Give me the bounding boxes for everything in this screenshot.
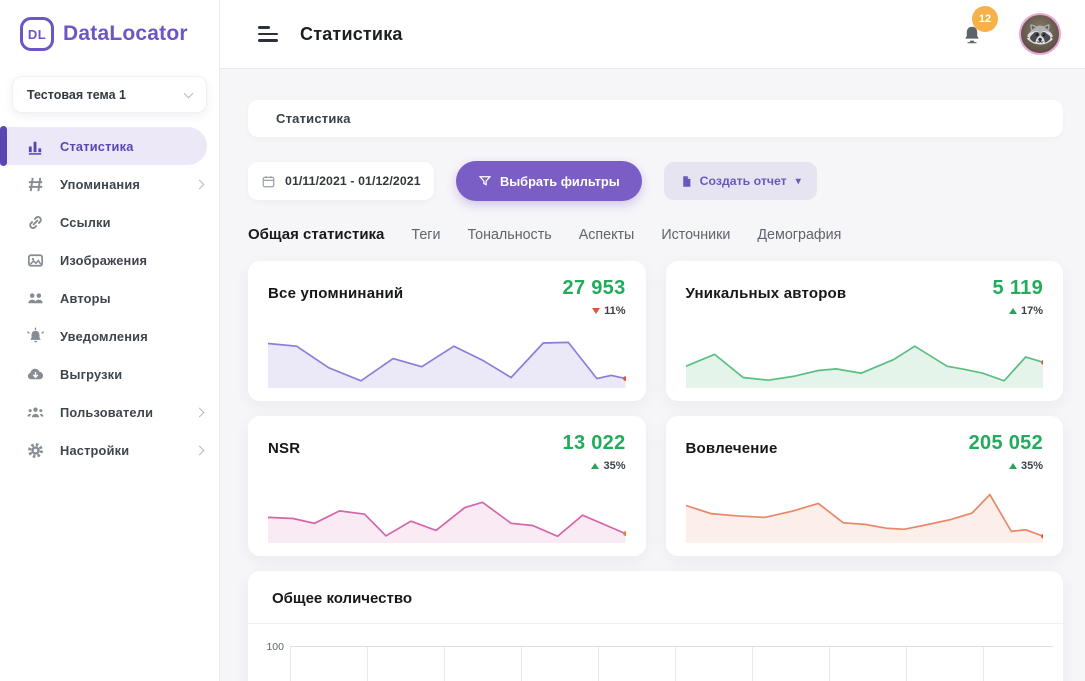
sidebar-item-settings[interactable]: Настройки	[0, 431, 219, 469]
stat-card-change: 35%	[969, 460, 1043, 472]
trend-arrow-icon	[592, 308, 600, 314]
stat-card-change-value: 17%	[1021, 305, 1043, 317]
tab-aspects[interactable]: Аспекты	[579, 227, 635, 243]
caret-down-icon: ▾	[796, 176, 801, 187]
users-icon	[26, 289, 45, 308]
bell-ring-icon	[26, 327, 45, 346]
main-area: Статистика 12 🦝 Статистика 01/11/2021 - …	[220, 0, 1085, 681]
sidebar-item-label: Статистика	[60, 139, 134, 154]
sidebar: DL DataLocator Тестовая тема 1 Статистик…	[0, 0, 220, 681]
select-filters-label: Выбрать фильтры	[500, 174, 620, 189]
create-report-label: Создать отчет	[700, 174, 787, 188]
total-count-title: Общее количество	[272, 590, 412, 607]
stat-card-change: 17%	[993, 305, 1043, 317]
brand-logo-mark: DL	[20, 17, 54, 51]
bar-chart-icon	[26, 137, 45, 156]
document-icon	[680, 175, 693, 188]
user-group-icon	[26, 403, 45, 422]
sidebar-item-authors[interactable]: Авторы	[0, 279, 219, 317]
stat-card-nsr: NSR 13 022 35%	[248, 416, 646, 556]
tabs: Общая статистика Теги Тональность Аспект…	[248, 226, 1063, 243]
theme-selector[interactable]: Тестовая тема 1	[12, 76, 207, 113]
sidebar-item-statistics[interactable]: Статистика	[0, 127, 219, 165]
sidebar-item-label: Изображения	[60, 253, 147, 268]
avatar[interactable]: 🦝	[1019, 13, 1061, 55]
create-report-button[interactable]: Создать отчет ▾	[664, 162, 817, 200]
funnel-icon	[478, 174, 492, 188]
stat-card-value: 13 022	[563, 432, 626, 455]
notification-badge: 12	[972, 6, 998, 32]
stat-card-title: Уникальных авторов	[686, 285, 1044, 302]
stat-card-change-value: 11%	[604, 305, 625, 317]
tab-tonality[interactable]: Тональность	[468, 227, 552, 243]
sidebar-item-label: Пользователи	[60, 405, 153, 420]
stat-card-value: 205 052	[969, 432, 1043, 455]
sidebar-item-mentions[interactable]: Упоминания	[0, 165, 219, 203]
sparkline-chart	[686, 481, 1044, 543]
stat-card-value: 5 119	[993, 277, 1043, 300]
tab-tags[interactable]: Теги	[411, 227, 440, 243]
topbar: Статистика 12 🦝	[220, 0, 1085, 68]
total-count-chart: 100	[248, 624, 1063, 681]
notifications-button[interactable]: 12	[961, 23, 983, 52]
stat-cards: Все упомнинаний 27 953 11% Уникальных ав…	[248, 261, 1063, 556]
link-icon	[26, 213, 45, 232]
sidebar-item-label: Авторы	[60, 291, 111, 306]
total-count-card: Общее количество 100	[248, 571, 1063, 681]
date-range-value: 01/11/2021 - 01/12/2021	[285, 174, 421, 188]
sidebar-item-exports[interactable]: Выгрузки	[0, 355, 219, 393]
tab-demography[interactable]: Демография	[757, 227, 841, 243]
page-title: Статистика	[300, 24, 403, 45]
chevron-down-icon	[184, 88, 194, 98]
date-range-input[interactable]: 01/11/2021 - 01/12/2021	[248, 162, 434, 200]
stat-card-all-mentions: Все упомнинаний 27 953 11%	[248, 261, 646, 401]
select-filters-button[interactable]: Выбрать фильтры	[456, 161, 642, 201]
sparkline-chart	[268, 326, 626, 388]
chevron-right-icon	[195, 179, 205, 189]
sparkline-chart	[268, 481, 626, 543]
sidebar-item-label: Выгрузки	[60, 367, 122, 382]
stat-card-unique-authors: Уникальных авторов 5 119 17%	[666, 261, 1064, 401]
brand-logo: DL DataLocator	[0, 0, 219, 66]
gear-icon	[26, 441, 45, 460]
sidebar-item-label: Упоминания	[60, 177, 140, 192]
tab-general-statistics[interactable]: Общая статистика	[248, 226, 384, 243]
chevron-right-icon	[195, 445, 205, 455]
stat-card-change: 11%	[563, 305, 626, 317]
breadcrumb: Статистика	[248, 100, 1063, 137]
stat-card-engagement: Вовлечение 205 052 35%	[666, 416, 1064, 556]
cloud-download-icon	[26, 365, 45, 384]
toolbar: 01/11/2021 - 01/12/2021 Выбрать фильтры …	[248, 161, 1063, 201]
theme-selector-value: Тестовая тема 1	[27, 88, 126, 102]
sidebar-menu: Статистика Упоминания Ссылки Изображения	[0, 127, 219, 469]
trend-arrow-icon	[591, 463, 599, 469]
tab-sources[interactable]: Источники	[661, 227, 730, 243]
stat-card-change: 35%	[563, 460, 626, 472]
chart-grid	[290, 646, 1053, 681]
chevron-right-icon	[195, 407, 205, 417]
content: Статистика 01/11/2021 - 01/12/2021 Выбра…	[220, 68, 1085, 681]
sparkline-chart	[686, 326, 1044, 388]
brand-logo-name: DataLocator	[63, 22, 188, 46]
sidebar-item-images[interactable]: Изображения	[0, 241, 219, 279]
sidebar-item-label: Уведомления	[60, 329, 148, 344]
y-axis-tick: 100	[262, 641, 290, 681]
stat-card-value: 27 953	[563, 277, 626, 300]
image-icon	[26, 251, 45, 270]
breadcrumb-label: Статистика	[276, 111, 351, 126]
sidebar-item-notifications[interactable]: Уведомления	[0, 317, 219, 355]
sidebar-item-label: Настройки	[60, 443, 129, 458]
sidebar-item-users[interactable]: Пользователи	[0, 393, 219, 431]
stat-card-change-value: 35%	[603, 460, 625, 472]
trend-arrow-icon	[1009, 463, 1017, 469]
trend-arrow-icon	[1009, 308, 1017, 314]
calendar-icon	[261, 174, 276, 189]
sidebar-item-label: Ссылки	[60, 215, 111, 230]
stat-card-change-value: 35%	[1021, 460, 1043, 472]
sidebar-item-links[interactable]: Ссылки	[0, 203, 219, 241]
hashtag-icon	[26, 175, 45, 194]
menu-toggle-icon[interactable]	[258, 26, 280, 42]
